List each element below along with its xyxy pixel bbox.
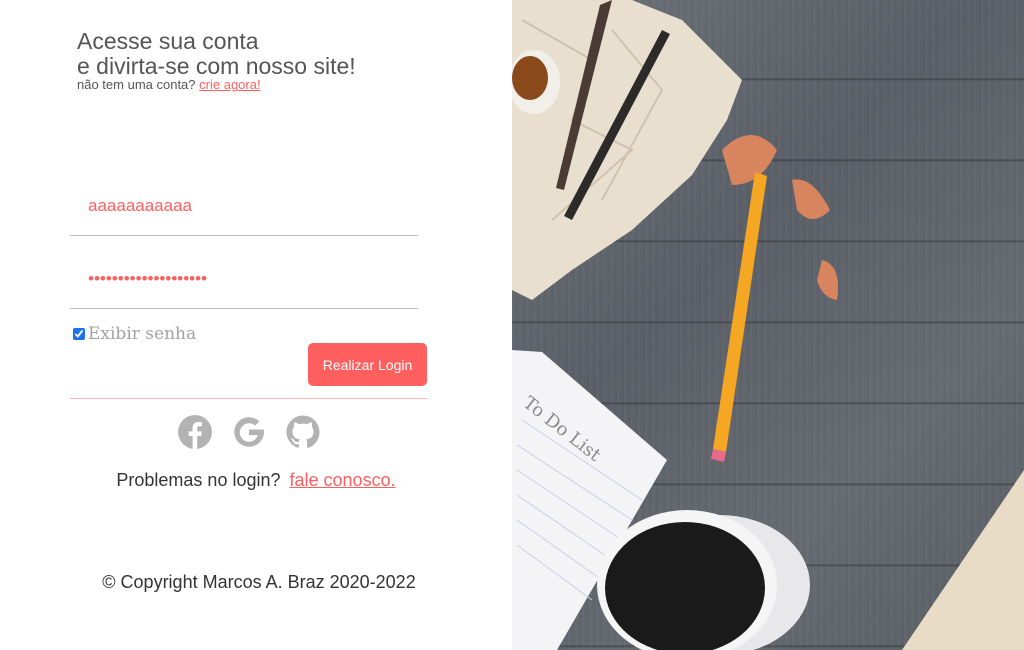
show-password-checkbox[interactable] [73, 328, 85, 340]
desk-illustration: To Do List [512, 0, 1024, 650]
signup-prompt: não tem uma conta? crie agora! [77, 77, 261, 92]
signup-link[interactable]: crie agora! [199, 77, 260, 92]
signup-prompt-text: não tem uma conta? [77, 77, 196, 92]
copyright: © Copyright Marcos A. Braz 2020-2022 [102, 572, 416, 592]
login-panel: Acesse sua conta e divirta-se com nosso … [0, 0, 512, 650]
show-password-label[interactable]: Exibir senha [88, 324, 196, 344]
contact-link[interactable]: fale conosco. [290, 470, 396, 490]
title-line-2: e divirta-se com nosso site! [77, 53, 356, 79]
login-help: Problemas no login? fale conosco. [0, 470, 512, 491]
show-password-row: Exibir senha [73, 324, 196, 344]
password-field-wrapper [70, 262, 418, 309]
social-login-row [177, 414, 321, 450]
login-button[interactable]: Realizar Login [308, 343, 427, 386]
password-input[interactable] [70, 262, 418, 296]
page-title: Acesse sua conta e divirta-se com nosso … [77, 29, 356, 79]
title-line-1: Acesse sua conta [77, 28, 259, 54]
hero-photo: To Do List [512, 0, 1024, 650]
username-input[interactable] [70, 189, 418, 223]
facebook-icon[interactable] [177, 414, 213, 450]
divider [70, 398, 427, 399]
google-icon[interactable] [231, 414, 267, 450]
username-field-wrapper [70, 188, 418, 236]
login-help-text: Problemas no login? [116, 470, 281, 490]
github-icon[interactable] [285, 414, 321, 450]
